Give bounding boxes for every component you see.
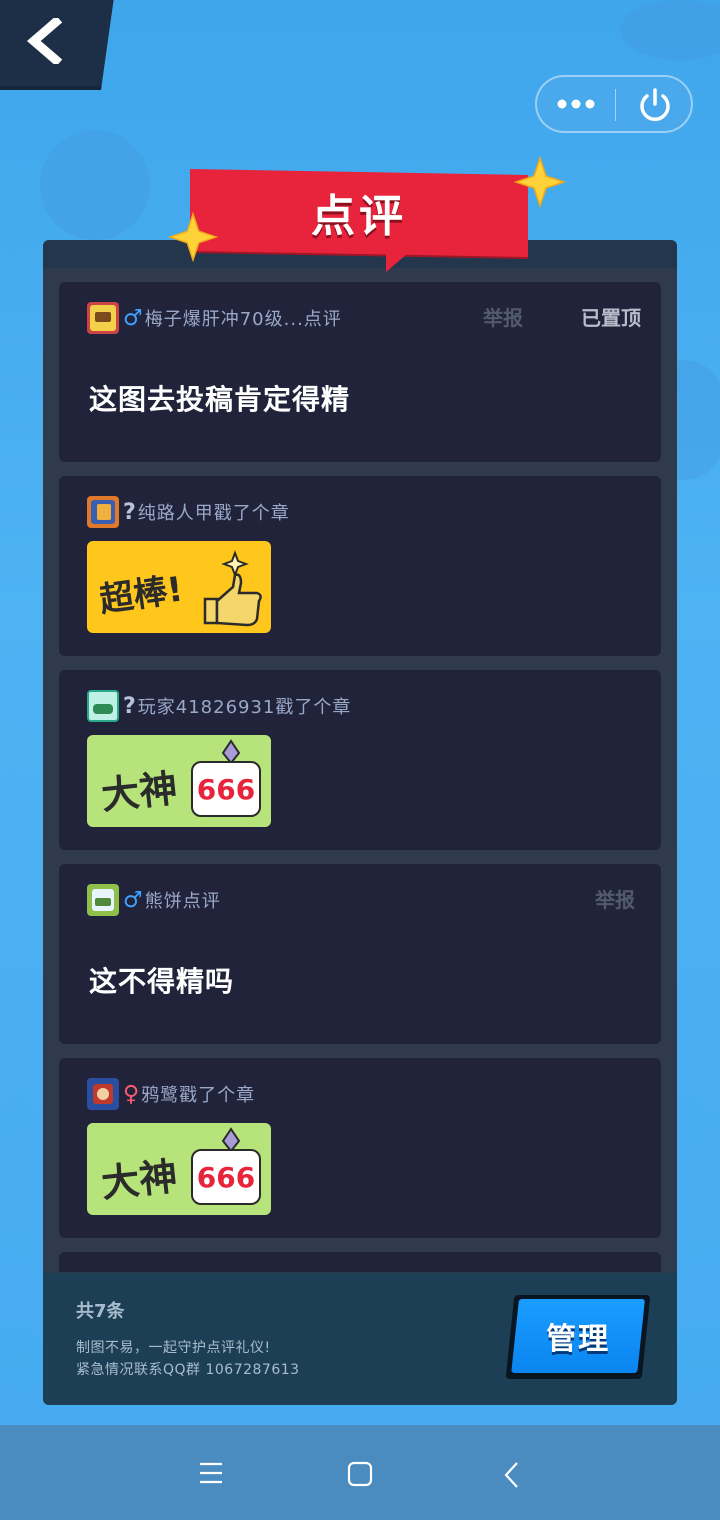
avatar[interactable]	[87, 496, 119, 528]
review-header: ? 纯路人甲戳了个章	[87, 496, 290, 528]
review-list[interactable]: ♂ 梅子爆肝冲70级...点评 举报 已置顶 这图去投稿肯定得精 ? 纯路人甲戳…	[59, 282, 661, 1272]
back-button[interactable]	[0, 0, 116, 90]
sticker-text: 大神	[99, 1154, 180, 1206]
review-card	[59, 1252, 661, 1272]
review-header: ♂ 梅子爆肝冲70级...点评	[87, 302, 342, 334]
review-comment: 这不得精吗	[89, 965, 235, 998]
menu-icon[interactable]	[198, 1461, 224, 1485]
avatar[interactable]	[87, 690, 119, 722]
avatar[interactable]	[87, 302, 119, 334]
sticker-text: 大神	[99, 766, 180, 818]
contact-note: 紧急情况联系QQ群 1067287613	[76, 1362, 300, 1378]
sticker-master-666: 大神 666	[87, 1123, 271, 1215]
sticker-badge: 666	[191, 761, 261, 817]
thumbs-up-icon	[203, 550, 262, 627]
background-decoration	[40, 130, 150, 240]
manage-button-label: 管理	[546, 1322, 611, 1357]
review-card: ? 纯路人甲戳了个章 超棒!	[59, 476, 661, 656]
system-nav-bar	[0, 1425, 720, 1520]
background-decoration	[620, 0, 720, 60]
reviewer-name[interactable]: 梅子爆肝冲70级...点评	[145, 305, 342, 331]
sticker-badge-text: 666	[196, 772, 256, 806]
reviewer-name[interactable]: 玩家41826931戳了个章	[138, 693, 352, 719]
manage-button[interactable]: 管理	[505, 1295, 651, 1379]
reviewer-name[interactable]: 纯路人甲戳了个章	[138, 499, 290, 525]
reviewer-name[interactable]: 鸦鹭戳了个章	[141, 1081, 255, 1107]
review-panel: ♂ 梅子爆肝冲70级...点评 举报 已置顶 这图去投稿肯定得精 ? 纯路人甲戳…	[43, 240, 677, 1405]
review-comment: 这图去投稿肯定得精	[89, 383, 351, 416]
manage-button-face: 管理	[511, 1299, 645, 1373]
review-card: ? 玩家41826931戳了个章 大神 666	[59, 670, 661, 850]
star-icon	[168, 212, 218, 262]
report-button[interactable]: 举报	[483, 302, 523, 331]
star-icon	[514, 156, 566, 208]
review-card: ♀ 鸦鹭戳了个章 大神 666	[59, 1058, 661, 1238]
avatar[interactable]	[87, 1078, 119, 1110]
sticker-master-666: 大神 666	[87, 735, 271, 827]
sticker-text: 超棒!	[97, 569, 186, 621]
report-button[interactable]: 举报	[595, 884, 635, 913]
sticker-badge-text: 666	[196, 1160, 256, 1194]
pinned-label: 已置顶	[581, 306, 641, 330]
power-icon[interactable]	[637, 87, 673, 123]
reviewer-name[interactable]: 熊饼点评	[145, 887, 221, 913]
sticker-great: 超棒!	[87, 541, 271, 633]
review-card: ♂ 梅子爆肝冲70级...点评 举报 已置顶 这图去投稿肯定得精	[59, 282, 661, 462]
gender-icon: ?	[123, 499, 136, 525]
avatar[interactable]	[87, 884, 119, 916]
home-square-icon[interactable]	[347, 1461, 373, 1487]
review-count: 共7条	[76, 1301, 125, 1322]
title-banner-tail	[386, 248, 414, 272]
nav-back-icon[interactable]	[503, 1461, 521, 1489]
gender-icon: ♂	[123, 305, 143, 331]
gender-icon: ?	[123, 693, 136, 719]
more-dots-icon[interactable]	[557, 97, 595, 111]
etiquette-note: 制图不易，一起守护点评礼仪!	[76, 1340, 271, 1356]
capsule-divider	[615, 89, 616, 121]
review-card: ♂ 熊饼点评 举报 这不得精吗	[59, 864, 661, 1044]
review-header: ? 玩家41826931戳了个章	[87, 690, 351, 722]
panel-footer: 共7条 制图不易，一起守护点评礼仪! 紧急情况联系QQ群 1067287613 …	[43, 1273, 677, 1405]
review-header: ♀ 鸦鹭戳了个章	[87, 1078, 255, 1110]
sticker-badge: 666	[191, 1149, 261, 1205]
review-header: ♂ 熊饼点评	[87, 884, 221, 916]
chevron-left-icon	[26, 18, 63, 64]
gender-icon: ♂	[123, 887, 143, 913]
miniprogram-capsule	[535, 75, 693, 133]
page-title: 点评	[311, 191, 407, 242]
gender-icon: ♀	[123, 1081, 140, 1107]
